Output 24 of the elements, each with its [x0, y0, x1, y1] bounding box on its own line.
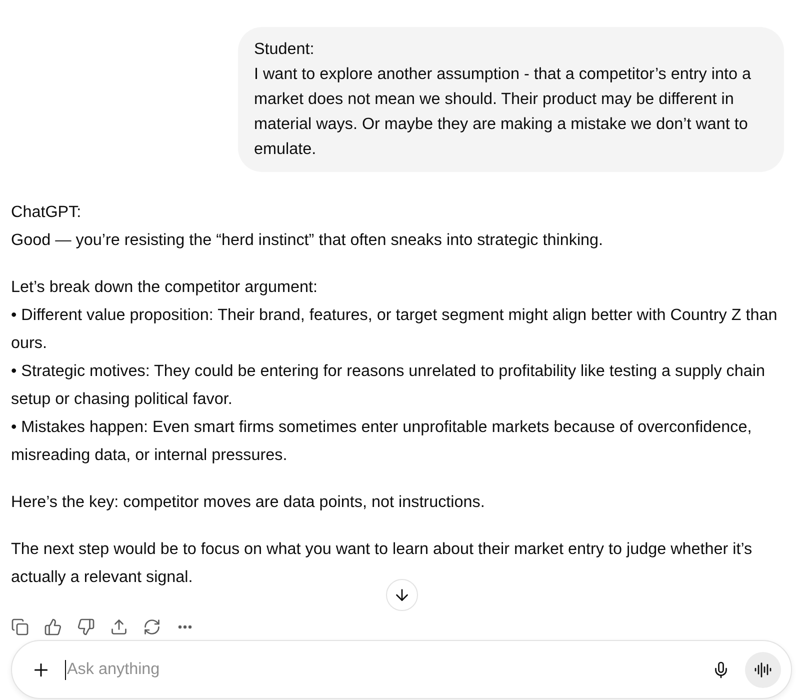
message-author: Student:: [254, 39, 316, 60]
scroll-down-button[interactable]: [386, 579, 418, 611]
message-paragraph: Let’s break down the competitor argument:: [11, 277, 319, 298]
share-icon: [110, 618, 128, 636]
message-paragraph: Here’s the key: competitor moves are data points, not instructions.: [11, 492, 486, 513]
copy-icon: [11, 618, 29, 636]
microphone-icon: [712, 660, 730, 678]
message-paragraph: • Different value proposition: Their brand, features, or target segment might align better with Country Z than ours.: [11, 305, 778, 354]
message-paragraph: The next step would be to focus on what you want to learn about their market entry to judge whether it’s actually a relevant signal.: [11, 539, 754, 588]
message-text: I want to explore another assumption - that a competitor’s entry into a market does not mean we should. Their product may be different in material ways. Or maybe they are making a mistake we don’t want to emulate.: [254, 64, 752, 160]
message-paragraph: Good — you’re resisting the “herd instinct” that often sneaks into strategic thinking.: [11, 230, 604, 251]
message-author: ChatGPT:: [11, 202, 82, 223]
thumbs-up-icon: [44, 618, 62, 636]
message-input[interactable]: Ask anything: [67, 654, 703, 684]
text-cursor-icon: [65, 660, 66, 680]
thumbs-down-icon: [77, 618, 95, 636]
more-icon: [178, 625, 192, 629]
arrow-down-icon: [393, 586, 411, 604]
message-paragraph: • Mistakes happen: Even smart firms sometimes enter unprofitable markets because of overconfidence, misreading data, or internal pressures.: [11, 417, 753, 466]
message-paragraph: • Strategic motives: They could be entering for reasons unrelated to profitability like testing a supply chain setup or chasing political favor.: [11, 361, 766, 410]
refresh-icon: [143, 618, 161, 636]
audio-wave-icon: [754, 660, 772, 678]
voice-mode-button[interactable]: [745, 652, 781, 688]
composer-field[interactable]: Ask anything: [11, 640, 792, 699]
